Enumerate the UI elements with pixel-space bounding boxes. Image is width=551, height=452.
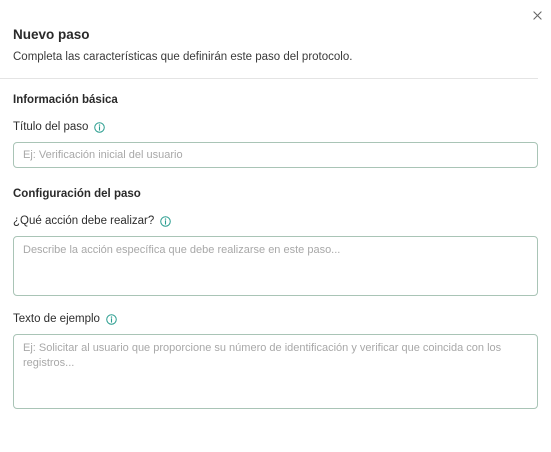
- example-textarea[interactable]: [13, 334, 538, 409]
- info-icon[interactable]: [106, 313, 117, 325]
- dialog-title: Nuevo paso: [13, 27, 90, 42]
- action-label: ¿Qué acción debe realizar?: [13, 215, 155, 227]
- close-button[interactable]: [529, 7, 545, 23]
- dialog-body: Información básica Título del paso Confi…: [0, 93, 551, 414]
- example-label-row: Texto de ejemplo: [13, 312, 538, 326]
- dialog-subtitle: Completa las características que definir…: [13, 51, 353, 63]
- step-title-input[interactable]: [13, 142, 538, 168]
- close-icon: [532, 10, 542, 20]
- step-title-label-row: Título del paso: [13, 120, 538, 134]
- new-step-dialog: Nuevo paso Completa las características …: [0, 0, 551, 452]
- action-label-row: ¿Qué acción debe realizar?: [13, 214, 538, 228]
- header-divider: [0, 78, 538, 79]
- section-title-step-config: Configuración del paso: [13, 188, 141, 200]
- example-label: Texto de ejemplo: [13, 313, 100, 325]
- section-title-basic-info: Información básica: [13, 94, 118, 106]
- info-icon[interactable]: [94, 121, 106, 133]
- info-icon[interactable]: [160, 215, 172, 227]
- step-title-label: Título del paso: [13, 121, 89, 133]
- dialog-header: Nuevo paso Completa las características …: [0, 0, 551, 64]
- action-textarea[interactable]: [13, 236, 538, 296]
